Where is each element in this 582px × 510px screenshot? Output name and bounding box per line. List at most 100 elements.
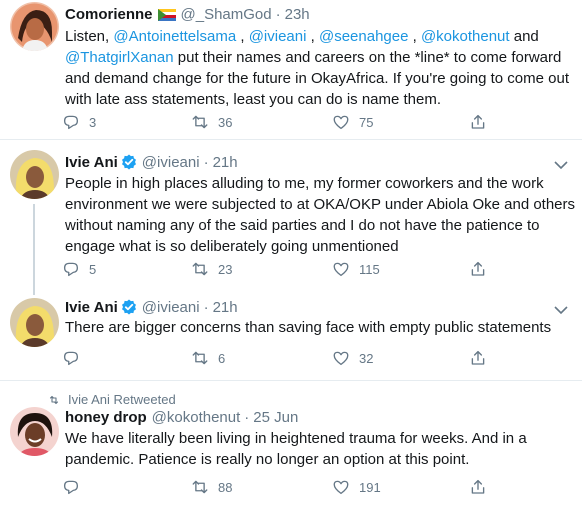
display-name[interactable]: Ivie Ani xyxy=(65,154,118,171)
tweet-text: There are bigger concerns than saving fa… xyxy=(65,317,570,338)
tweet-text-line: People in high places alluding to me, my… xyxy=(65,173,570,194)
reply-button[interactable] xyxy=(62,477,89,497)
tweet-text-line: without naming any of the said parties a… xyxy=(65,215,570,236)
retweet-count: 36 xyxy=(218,114,233,130)
tweet-text-segment: We have literally been living in heighte… xyxy=(65,430,527,447)
reply-icon xyxy=(62,113,80,131)
handle[interactable]: @ivieani xyxy=(142,154,200,171)
like-button[interactable]: 75 xyxy=(332,112,373,132)
tweet-actions: 3 36 75 xyxy=(62,112,502,132)
share-button[interactable] xyxy=(469,477,487,497)
heart-icon xyxy=(332,349,350,367)
tweet-text-segment: and demand change for the future in Okay… xyxy=(65,70,569,87)
share-icon xyxy=(469,349,487,367)
like-button[interactable]: 191 xyxy=(332,477,381,497)
like-count: 115 xyxy=(359,261,380,277)
retweet-button[interactable]: 23 xyxy=(191,259,232,279)
tweet[interactable]: Comorienne @_ShamGod · 23h Listen, @Anto… xyxy=(0,0,582,140)
share-button[interactable] xyxy=(469,112,487,132)
heart-icon xyxy=(332,113,350,131)
avatar[interactable] xyxy=(10,150,59,199)
share-button[interactable] xyxy=(469,259,487,279)
handle[interactable]: @ivieani xyxy=(142,299,200,316)
reply-button[interactable]: 3 xyxy=(62,112,96,132)
retweet-count: 23 xyxy=(218,261,233,277)
tweet-text-segment: pandemic. Patience is really no longer a… xyxy=(65,451,470,468)
tweet-actions: 88 191 xyxy=(62,477,502,497)
tweet-text-segment: engage what is so deliberately going unm… xyxy=(65,238,399,255)
tweet-text-segment: put their names and careers on the *line… xyxy=(173,49,562,66)
comoros-flag-icon xyxy=(157,8,176,21)
tweet-header: Ivie Ani @ivieani · 21h xyxy=(65,152,238,172)
tweet[interactable]: Ivie Ani @ivieani · 21h There are bigger… xyxy=(0,295,582,381)
tweet[interactable]: honey drop @kokothenut · 25 Jun We have … xyxy=(0,381,582,510)
tweet-text-segment: , xyxy=(236,28,249,45)
chevron-down-icon[interactable] xyxy=(554,157,568,170)
separator-dot: · xyxy=(244,408,250,426)
like-count: 75 xyxy=(359,114,374,130)
retweet-icon xyxy=(191,113,209,131)
retweet-icon xyxy=(191,478,209,496)
share-icon xyxy=(469,260,487,278)
avatar[interactable] xyxy=(10,298,59,347)
reply-button[interactable] xyxy=(62,348,89,368)
tweet-text-segment: environment we were subjected to at OKA/… xyxy=(65,196,576,213)
tweet-text-line: and demand change for the future in Okay… xyxy=(65,68,570,89)
tweet-feed: Comorienne @_ShamGod · 23h Listen, @Anto… xyxy=(0,0,582,510)
share-button[interactable] xyxy=(469,348,487,368)
tweet-text-segment: and xyxy=(509,28,539,45)
tweet-text-line: environment we were subjected to at OKA/… xyxy=(65,194,575,215)
handle[interactable]: @_ShamGod xyxy=(181,6,272,23)
retweet-button[interactable]: 6 xyxy=(191,348,225,368)
display-name[interactable]: Comorienne xyxy=(65,6,153,23)
tweet-text: We have literally been living in heighte… xyxy=(65,428,570,470)
tweet-text-line: @ThatgirlXanan put their names and caree… xyxy=(65,47,570,68)
share-icon xyxy=(469,113,487,131)
timestamp[interactable]: 21h xyxy=(213,299,238,316)
mention-link[interactable]: @seenahgee xyxy=(319,28,408,45)
heart-icon xyxy=(332,260,350,278)
tweet-text: People in high places alluding to me, my… xyxy=(65,173,575,257)
retweet-count: 6 xyxy=(218,350,226,366)
retweet-count: 88 xyxy=(218,479,233,495)
avatar[interactable] xyxy=(10,407,59,456)
timestamp[interactable]: 23h xyxy=(285,6,310,23)
handle[interactable]: @kokothenut xyxy=(152,409,241,426)
timestamp[interactable]: 25 Jun xyxy=(253,409,298,426)
mention-link[interactable]: @kokothenut xyxy=(421,28,510,45)
tweet[interactable]: Ivie Ani @ivieani · 21h People in high p… xyxy=(0,140,582,295)
reply-button[interactable]: 5 xyxy=(62,259,96,279)
display-name[interactable]: Ivie Ani xyxy=(65,299,118,316)
retweet-icon xyxy=(191,260,209,278)
verified-badge-icon xyxy=(121,154,137,170)
chevron-down-icon[interactable] xyxy=(554,302,568,315)
tweet-header: Ivie Ani @ivieani · 21h xyxy=(65,297,238,317)
tweet-actions: 6 32 xyxy=(62,348,502,368)
tweet-text-segment: There are bigger concerns than saving fa… xyxy=(65,319,552,336)
tweet-text-line: with late ass statements, least you can … xyxy=(65,89,570,110)
retweet-button[interactable]: 36 xyxy=(191,112,232,132)
reply-icon xyxy=(62,478,80,496)
tweet-text-segment: Listen, xyxy=(65,28,114,45)
retweet-icon xyxy=(191,349,209,367)
tweet-header: Comorienne @_ShamGod · 23h xyxy=(65,4,310,24)
heart-icon xyxy=(332,478,350,496)
tweet-text-line: pandemic. Patience is really no longer a… xyxy=(65,449,570,470)
tweet-actions: 5 23 115 xyxy=(62,259,502,279)
like-button[interactable]: 32 xyxy=(332,348,373,368)
verified-badge-icon xyxy=(121,299,137,315)
reply-icon xyxy=(62,260,80,278)
mention-link[interactable]: @Antoinettelsama xyxy=(113,28,236,45)
tweet-text-segment: , xyxy=(408,28,421,45)
like-count: 32 xyxy=(359,350,374,366)
mention-link[interactable]: @ThatgirlXanan xyxy=(65,49,174,66)
retweet-button[interactable]: 88 xyxy=(191,477,232,497)
tweet-text-segment: , xyxy=(306,28,319,45)
like-button[interactable]: 115 xyxy=(332,259,380,279)
separator-dot: · xyxy=(275,5,281,23)
tweet-text-line: Listen, @Antoinettelsama , @ivieani , @s… xyxy=(65,26,570,47)
mention-link[interactable]: @ivieani xyxy=(249,28,307,45)
timestamp[interactable]: 21h xyxy=(213,154,238,171)
avatar[interactable] xyxy=(10,2,59,51)
display-name[interactable]: honey drop xyxy=(65,409,147,426)
